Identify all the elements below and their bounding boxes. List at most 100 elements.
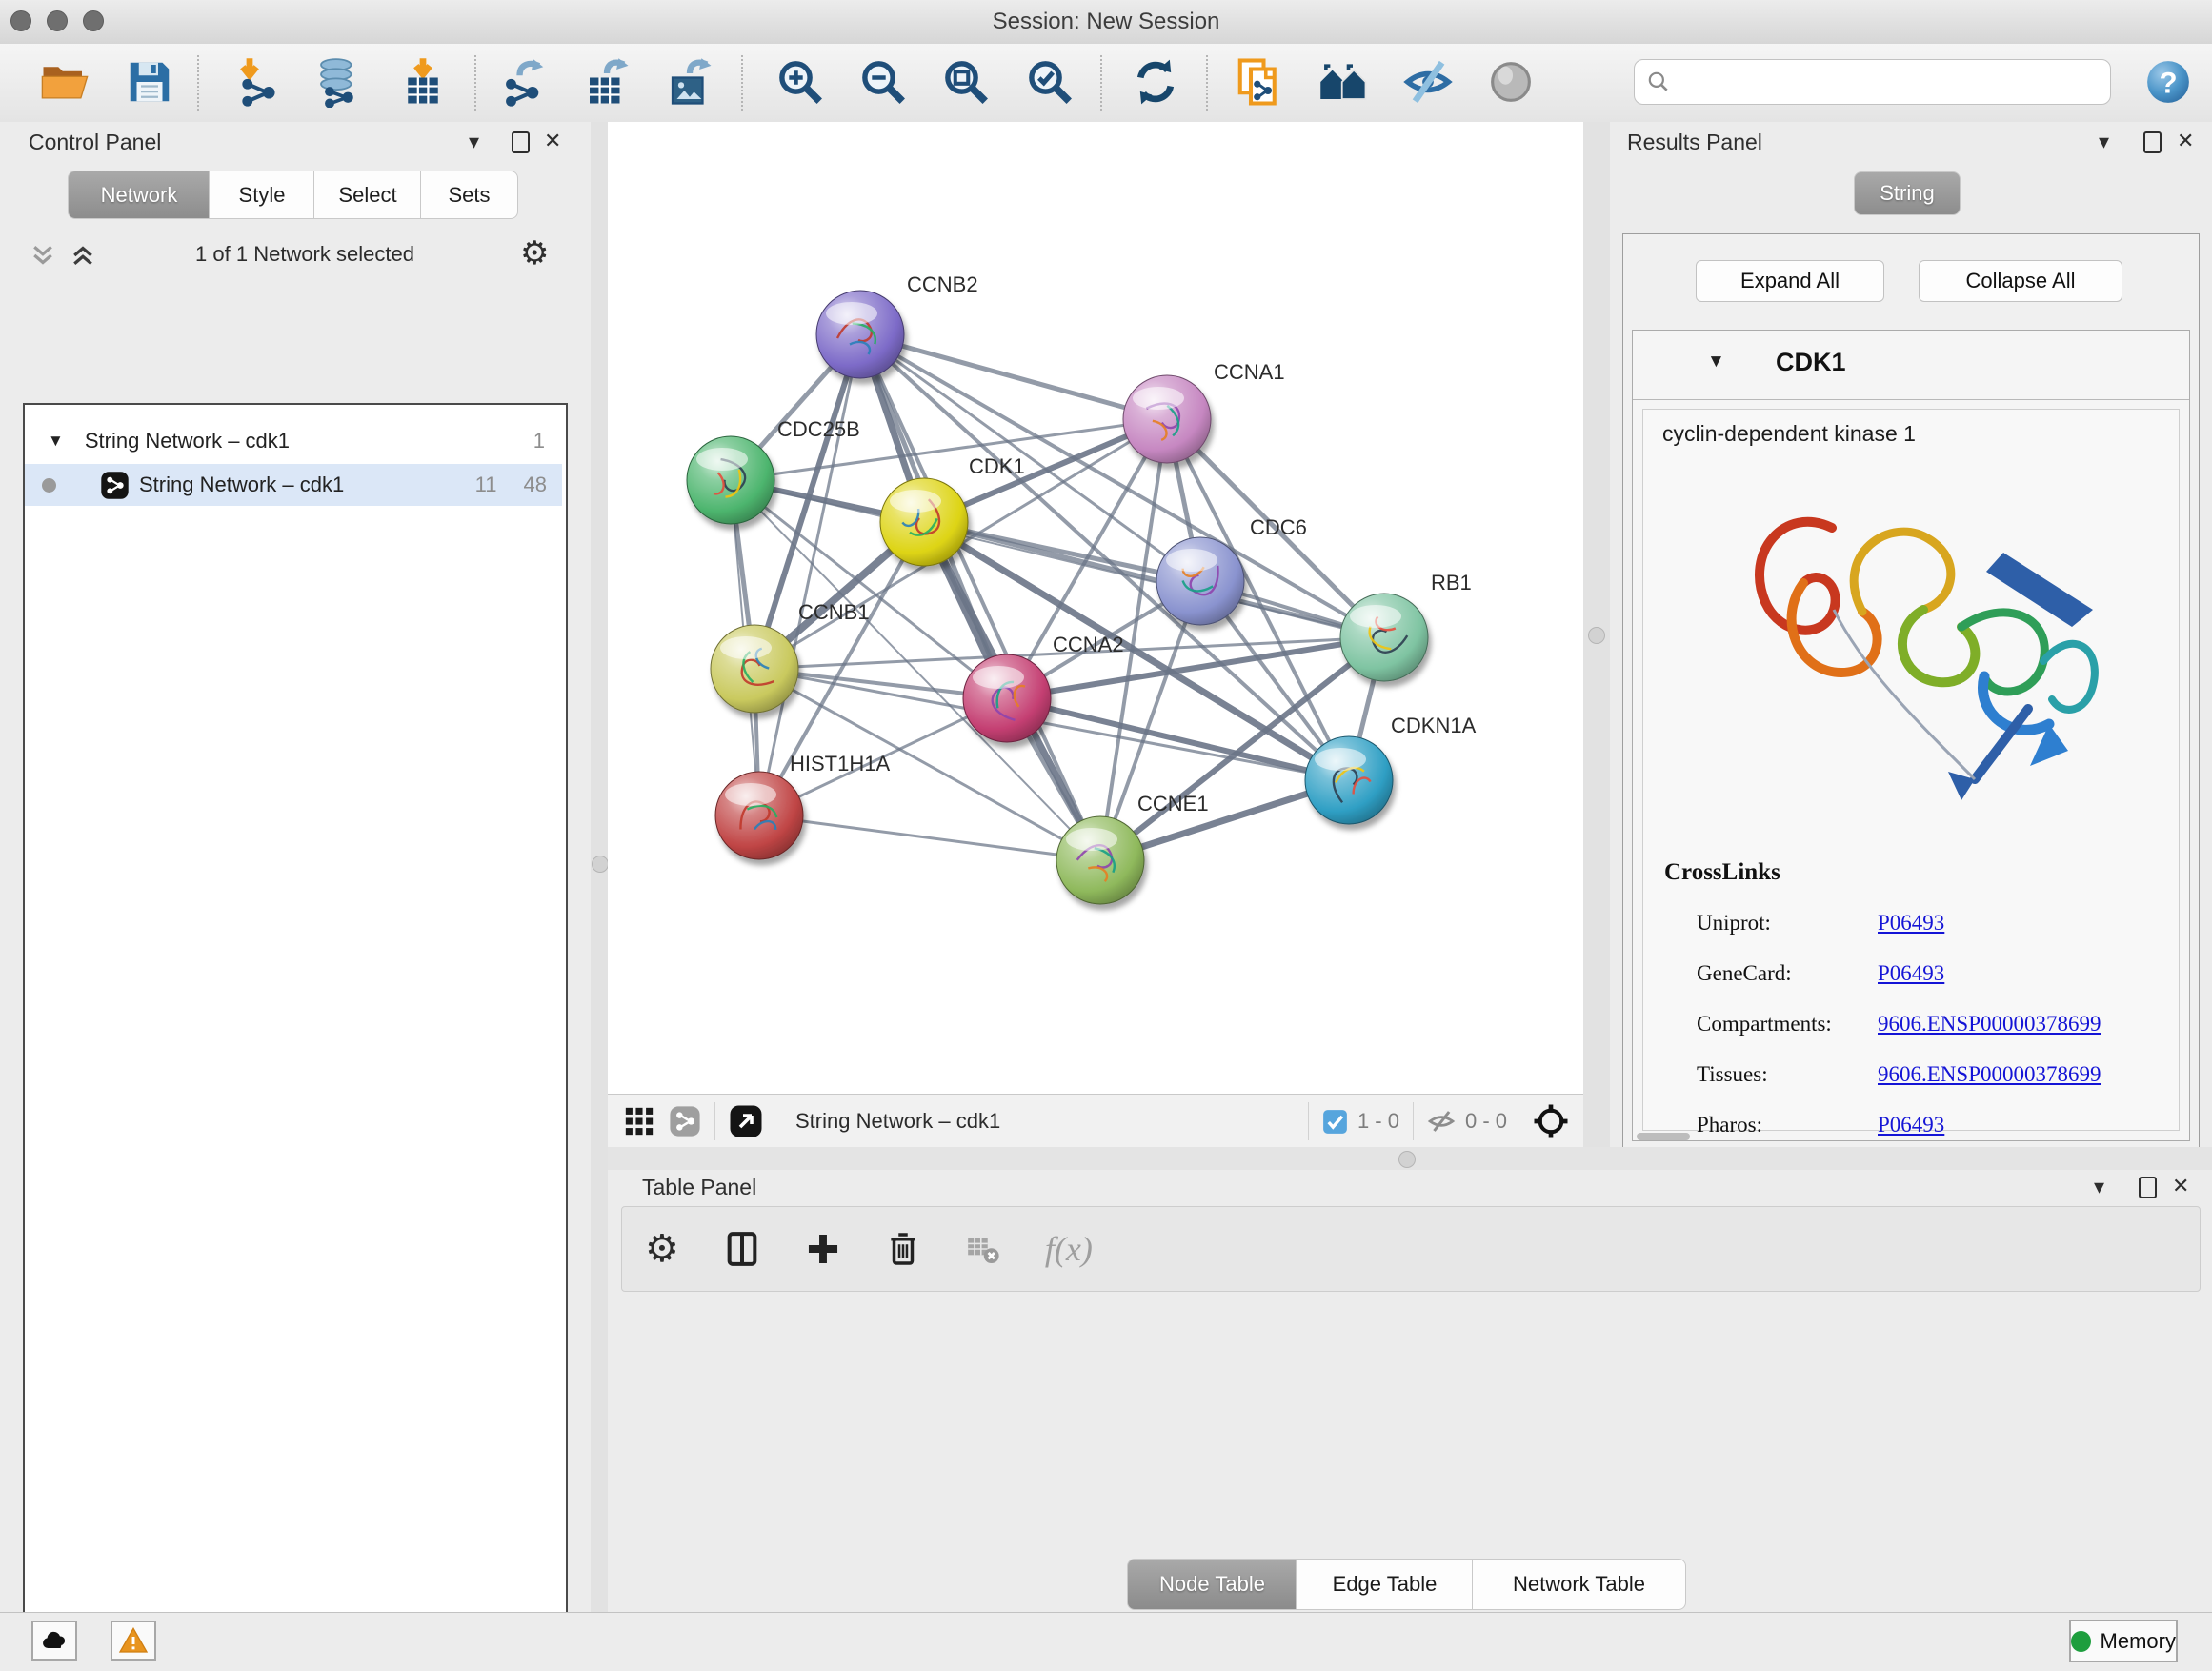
- toolbar-separator: [474, 55, 476, 111]
- zoom-out-icon[interactable]: [856, 55, 910, 109]
- crosslink-uniprot[interactable]: P06493: [1878, 897, 1944, 948]
- network-node-RB1[interactable]: RB1: [1340, 571, 1472, 681]
- crosslink-tissues[interactable]: 9606.ENSP00000378699: [1878, 1049, 2101, 1099]
- crosslink-compartments[interactable]: 9606.ENSP00000378699: [1878, 998, 2101, 1049]
- string-network-graph[interactable]: CCNB2CCNA1CDC25BCDK1CDC6RB1CCNB1CCNA2CDK…: [608, 122, 1583, 1094]
- node-result-section: ▼ CDK1 cyclin-dependent kinase 1: [1632, 330, 2190, 1141]
- memory-button[interactable]: Memory: [2069, 1620, 2178, 1662]
- share-view-icon[interactable]: [669, 1105, 701, 1137]
- crosslink-pharos[interactable]: P06493: [1878, 1099, 1944, 1150]
- network-node-count: 11: [475, 473, 497, 497]
- node-section-header[interactable]: ▼ CDK1: [1633, 331, 2189, 400]
- collection-expand-icon[interactable]: ▼: [48, 432, 64, 451]
- panel-close-icon[interactable]: ✕: [2177, 129, 2194, 153]
- network-node-HIST1H1A[interactable]: HIST1H1A: [715, 752, 890, 859]
- collection-label: String Network – cdk1: [85, 429, 290, 453]
- memory-status-dot-icon: [2071, 1631, 2091, 1652]
- add-column-icon[interactable]: [805, 1231, 841, 1267]
- zoom-selected-icon[interactable]: [1023, 55, 1076, 109]
- show-elements-icon[interactable]: [1484, 55, 1538, 109]
- tab-select[interactable]: Select: [313, 171, 422, 219]
- panel-menu-icon[interactable]: ▾: [469, 130, 479, 154]
- search-icon: [1646, 70, 1671, 94]
- search-input[interactable]: [1679, 64, 2101, 98]
- home-layouts-icon[interactable]: [1317, 55, 1371, 109]
- network-node-CCNA1[interactable]: CCNA1: [1123, 360, 1285, 463]
- hide-elements-icon[interactable]: [1401, 55, 1455, 109]
- collection-count: 1: [533, 429, 545, 453]
- panel-menu-icon[interactable]: ▾: [2094, 1175, 2104, 1199]
- splitter-handle[interactable]: [592, 856, 609, 873]
- network-node-CDKN1A[interactable]: CDKN1A: [1305, 714, 1477, 824]
- help-icon[interactable]: ?: [2142, 55, 2195, 109]
- delete-column-trash-icon[interactable]: [885, 1231, 921, 1267]
- save-session-icon[interactable]: [123, 55, 176, 109]
- network-options-gear-icon[interactable]: ⚙: [520, 234, 549, 272]
- tab-node-table[interactable]: Node Table: [1127, 1559, 1297, 1610]
- hidden-eye-icon[interactable]: [1427, 1107, 1456, 1136]
- zoom-fit-icon[interactable]: [939, 55, 993, 109]
- network-collection-row[interactable]: ▼ String Network – cdk1 1: [25, 420, 562, 462]
- window-title: Session: New Session: [0, 9, 2212, 35]
- node-gloss-highlight: [826, 302, 877, 325]
- node-label-CDC25B: CDC25B: [777, 417, 860, 441]
- section-collapse-icon[interactable]: ▼: [1707, 352, 1725, 372]
- show-columns-icon[interactable]: [723, 1230, 761, 1268]
- tab-network-table[interactable]: Network Table: [1472, 1559, 1686, 1610]
- panel-float-icon[interactable]: [2139, 1177, 2157, 1203]
- panel-close-icon[interactable]: ✕: [2172, 1174, 2189, 1198]
- cloud-button[interactable]: [31, 1621, 77, 1661]
- expand-all-button[interactable]: Expand All: [1696, 260, 1884, 302]
- zoom-in-icon[interactable]: [774, 55, 827, 109]
- panel-menu-icon[interactable]: ▾: [2099, 130, 2109, 154]
- expand-all-networks-icon[interactable]: [69, 241, 97, 270]
- network-edge-HIST1H1A-CCNE1[interactable]: [759, 815, 1100, 860]
- collapse-all-networks-icon[interactable]: [29, 241, 57, 270]
- copy-style-icon[interactable]: [1233, 55, 1286, 109]
- tab-sets[interactable]: Sets: [420, 171, 518, 219]
- tab-edge-table[interactable]: Edge Table: [1296, 1559, 1474, 1610]
- tab-network[interactable]: Network: [68, 171, 211, 219]
- node-details: cyclin-dependent kinase 1: [1642, 409, 2180, 1131]
- open-folder-icon[interactable]: [38, 55, 91, 109]
- table-panel: Table Panel ▾ ✕ ⚙ f(x) shared name name …: [608, 1170, 2212, 1612]
- node-gloss-highlight: [1066, 828, 1117, 851]
- toolbar-separator: [741, 55, 743, 111]
- horizontal-scrollbar-thumb[interactable]: [1637, 1133, 1690, 1140]
- right-splitter[interactable]: [1583, 122, 1610, 1170]
- results-panel: Results Panel ▾ ✕ String Expand All Coll…: [1610, 122, 2212, 1170]
- panel-close-icon[interactable]: ✕: [544, 129, 561, 153]
- node-label-CDKN1A: CDKN1A: [1391, 714, 1477, 737]
- birdseye-view-icon[interactable]: [729, 1104, 763, 1138]
- left-splitter[interactable]: [591, 122, 608, 1612]
- network-row-selected[interactable]: String Network – cdk1 11 48: [25, 464, 562, 506]
- import-network-database-icon[interactable]: [312, 55, 365, 109]
- network-view: CCNB2CCNA1CDC25BCDK1CDC6RB1CCNB1CCNA2CDK…: [608, 122, 1583, 1094]
- selected-checkbox-icon[interactable]: [1322, 1109, 1348, 1135]
- table-settings-gear-icon[interactable]: ⚙: [645, 1230, 679, 1268]
- string-results-container: Expand All Collapse All ▼ CDK1 cyclin-de…: [1622, 233, 2200, 1150]
- node-label-RB1: RB1: [1431, 571, 1472, 594]
- tab-string-results[interactable]: String: [1854, 171, 1961, 215]
- crosslink-genecard[interactable]: P06493: [1878, 948, 1944, 998]
- network-edge-HIST1H1A-CCNB2[interactable]: [759, 334, 860, 815]
- tab-style[interactable]: Style: [209, 171, 315, 219]
- import-table-icon[interactable]: [396, 55, 450, 109]
- network-node-CDK1[interactable]: CDK1: [880, 454, 1025, 566]
- export-image-icon[interactable]: [663, 55, 716, 109]
- network-node-CCNE1[interactable]: CCNE1: [1056, 792, 1209, 904]
- bottom-splitter[interactable]: [608, 1147, 2212, 1170]
- collapse-all-button[interactable]: Collapse All: [1919, 260, 2122, 302]
- export-table-icon[interactable]: [580, 55, 633, 109]
- export-network-icon[interactable]: [497, 55, 551, 109]
- fit-selected-crosshair-icon[interactable]: [1532, 1102, 1570, 1140]
- panel-float-icon[interactable]: [2143, 131, 2162, 158]
- network-node-CCNB1[interactable]: CCNB1: [711, 600, 870, 713]
- splitter-handle[interactable]: [1398, 1151, 1416, 1168]
- splitter-handle[interactable]: [1588, 627, 1605, 644]
- grid-view-icon[interactable]: [623, 1105, 655, 1137]
- panel-float-icon[interactable]: [512, 131, 530, 158]
- warnings-button[interactable]: [111, 1621, 156, 1661]
- import-network-file-icon[interactable]: [231, 55, 285, 109]
- refresh-layout-icon[interactable]: [1129, 55, 1182, 109]
